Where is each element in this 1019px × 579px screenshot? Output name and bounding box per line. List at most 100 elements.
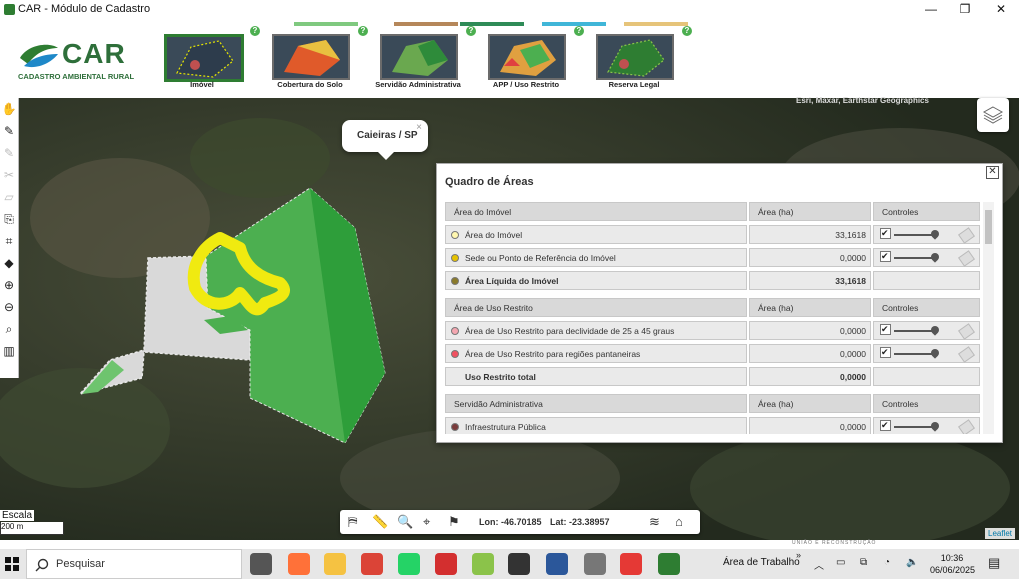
panel-close-icon[interactable]: ✕ [986, 166, 999, 179]
display-icon[interactable]: ⧉ [860, 557, 867, 568]
zoom-extent-icon[interactable]: ⌕ [0, 318, 18, 340]
minimize-button[interactable]: — [914, 0, 948, 18]
car-app-icon[interactable] [658, 553, 680, 575]
taskbar-clock[interactable]: 10:36 06/06/2025 [930, 552, 976, 576]
row-controls-cell [873, 271, 980, 290]
zoom-out-icon[interactable]: ⊖ [0, 296, 18, 318]
panel-title: Quadro de Áreas [445, 176, 534, 188]
acrobat-icon[interactable] [435, 553, 457, 575]
edit-vertex-icon[interactable]: ✎ [0, 142, 18, 164]
eraser-icon[interactable] [958, 227, 975, 244]
popup-close-icon[interactable]: × [416, 122, 422, 133]
eraser-icon[interactable] [958, 346, 975, 363]
visibility-checkbox[interactable]: ✔ [880, 420, 891, 431]
areas-table: Área do Imóvel Área (ha) Controles Área do … [445, 202, 983, 434]
import-file-icon[interactable]: ⎘ [0, 208, 18, 230]
cut-polygon-icon[interactable]: ✂ [0, 164, 18, 186]
section-header: Área de Uso Restrito Área (ha) Controles [445, 298, 981, 317]
zoom-in-icon[interactable]: ⊕ [0, 274, 18, 296]
clock-date: 06/06/2025 [930, 565, 976, 575]
row-value-cell: 0,0000 [749, 248, 871, 267]
row-label-cell: Uso Restrito total [445, 367, 747, 386]
wifi-icon[interactable]: ◔ [884, 557, 890, 568]
table-row: Área de Uso Restrito para declividade de… [445, 321, 981, 340]
help-icon[interactable]: ? [682, 26, 692, 36]
map-book-icon[interactable]: ▥ [0, 340, 18, 362]
chrome-icon[interactable] [361, 553, 383, 575]
step-thumbnail [488, 34, 566, 80]
qgis-icon[interactable] [472, 553, 494, 575]
slider-handle-icon[interactable] [929, 324, 941, 336]
scrollbar-thumb[interactable] [985, 210, 992, 244]
row-label: Uso Restrito total [465, 372, 536, 382]
pan-hand-icon[interactable]: ✋ [0, 98, 18, 120]
layers-stack-icon[interactable]: ≋ [649, 514, 660, 530]
search-zoom-icon[interactable]: 🔍 [397, 514, 413, 530]
eraser-icon[interactable]: ◆ [0, 252, 18, 274]
battery-icon[interactable]: ▭ [836, 557, 845, 568]
visibility-checkbox[interactable]: ✔ [880, 347, 891, 358]
help-icon[interactable]: ? [574, 26, 584, 36]
eraser-icon[interactable] [958, 250, 975, 267]
desktop-label[interactable]: Área de Trabalho [723, 557, 800, 568]
col-title: Controles [882, 303, 919, 313]
row-label-cell: Infraestrutura Pública [445, 417, 747, 434]
legend-dot-icon [451, 423, 459, 431]
row-value-cell: 0,0000 [749, 321, 871, 340]
slider-handle-icon[interactable] [929, 347, 941, 359]
visibility-checkbox[interactable]: ✔ [880, 228, 891, 239]
crosshair-icon[interactable]: ⌖ [423, 514, 430, 530]
eraser-icon[interactable] [958, 323, 975, 340]
app-dark-icon[interactable] [508, 553, 530, 575]
section-title: Área do Imóvel [454, 207, 512, 217]
col-title: Área (ha) [758, 303, 794, 313]
step-thumbnail [596, 34, 674, 80]
firefox-icon[interactable] [288, 553, 310, 575]
help-icon[interactable]: ? [466, 26, 476, 36]
word-icon[interactable] [546, 553, 568, 575]
visibility-checkbox[interactable]: ✔ [880, 251, 891, 262]
popup-text: Caieiras / SP [357, 130, 418, 141]
maximize-button[interactable]: ❐ [948, 0, 982, 18]
ruler-measure-icon[interactable]: 📏 [372, 514, 388, 530]
institution-icon[interactable]: ⌂ [675, 514, 683, 529]
taskbar-search[interactable]: Pesquisar [26, 549, 242, 579]
locate-user-icon[interactable]: ⚑ [448, 514, 460, 530]
layers-button[interactable] [977, 98, 1009, 132]
slider-handle-icon[interactable] [929, 228, 941, 240]
scale-bar: 200 m [0, 522, 64, 535]
help-icon[interactable]: ? [250, 26, 260, 36]
tray-up-icon[interactable]: ︿ [814, 557, 824, 572]
visibility-checkbox[interactable]: ✔ [880, 324, 891, 335]
row-controls-cell: ✔ [873, 248, 980, 267]
chevron-icon[interactable]: » [796, 550, 801, 560]
start-button[interactable] [0, 549, 24, 579]
app-globe-icon[interactable] [584, 553, 606, 575]
panel-scrollbar[interactable] [983, 202, 994, 434]
col-header-area: Área de Uso Restrito [445, 298, 747, 317]
row-label: Infraestrutura Pública [465, 422, 546, 432]
close-button[interactable]: ✕ [984, 0, 1018, 18]
notification-icon[interactable]: ▤ [988, 555, 1000, 571]
pdf-icon[interactable] [620, 553, 642, 575]
help-icon[interactable]: ? [358, 26, 368, 36]
quadro-de-areas-panel: Quadro de Áreas ✕ Área do Imóvel Área (ha… [436, 163, 1003, 443]
slider-handle-icon[interactable] [929, 420, 941, 432]
table-row: Infraestrutura Pública 0,0000 ✔ [445, 417, 981, 434]
eraser-icon[interactable] [958, 419, 975, 434]
file-explorer-icon[interactable] [324, 553, 346, 575]
map-pin-icon[interactable]: ⛿ [348, 514, 357, 530]
whatsapp-icon[interactable] [398, 553, 420, 575]
pencil-icon[interactable]: ✎ [0, 120, 18, 142]
leaflet-link[interactable]: Leaflet [985, 528, 1016, 539]
row-controls-cell: ✔ [873, 344, 980, 363]
crop-icon[interactable]: ⌗ [0, 230, 18, 252]
step-thumbnail [272, 34, 350, 80]
ruler-icon[interactable]: ▱ [0, 186, 18, 208]
row-value: 0,0000 [840, 372, 866, 382]
slider-handle-icon[interactable] [929, 251, 941, 263]
volume-icon[interactable]: 🔈 [906, 557, 918, 568]
step-color-bar [460, 22, 524, 26]
task-view-icon[interactable] [250, 553, 272, 575]
map-toolbar: ✋ ✎ ✎ ✂ ▱ ⎘ ⌗ ◆ ⊕ ⊖ ⌕ ▥ [0, 98, 19, 378]
